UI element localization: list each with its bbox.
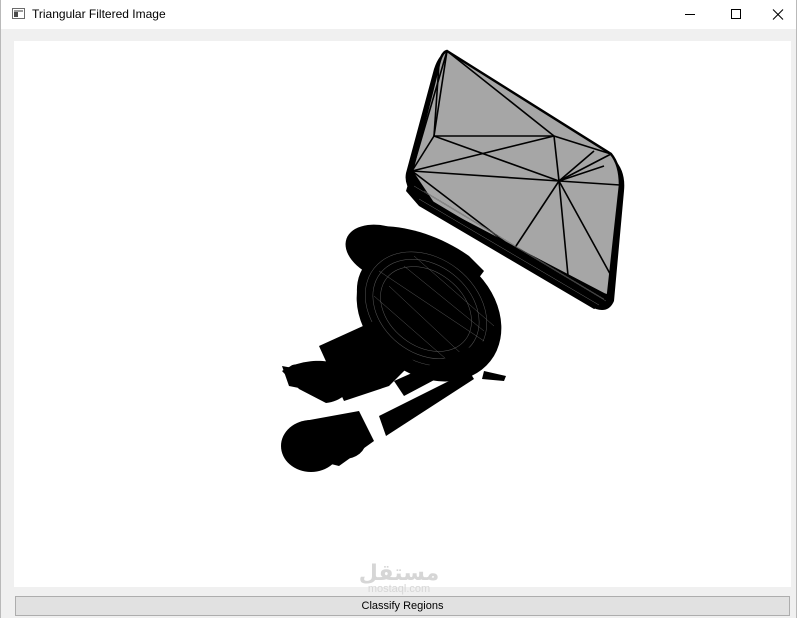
triangular-mesh-image <box>281 49 625 472</box>
image-canvas[interactable] <box>14 41 791 587</box>
classify-regions-button[interactable]: Classify Regions <box>15 596 790 616</box>
app-window: Triangular Filtered Image مستقل mostaql.… <box>0 0 797 618</box>
mesh-lower-body <box>281 224 506 472</box>
title-bar[interactable]: Triangular Filtered Image <box>1 0 796 29</box>
close-button[interactable] <box>758 0 796 29</box>
app-window-icon <box>12 8 25 19</box>
minimize-icon <box>685 14 695 15</box>
maximize-button[interactable] <box>712 0 758 29</box>
maximize-icon <box>731 9 741 19</box>
close-icon <box>772 9 784 20</box>
window-title: Triangular Filtered Image <box>32 7 166 21</box>
minimize-button[interactable] <box>666 0 712 29</box>
